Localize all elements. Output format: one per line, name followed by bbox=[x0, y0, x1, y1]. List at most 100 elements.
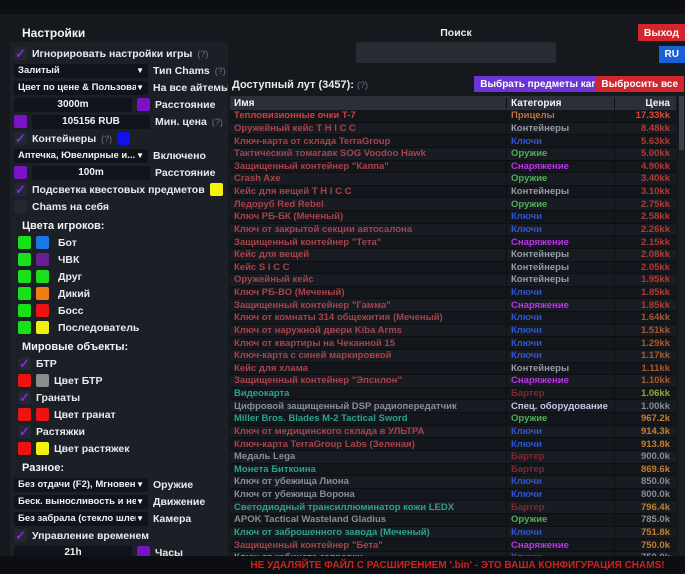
player-color-secondary-swatch[interactable] bbox=[36, 270, 49, 283]
player-color-secondary-swatch[interactable] bbox=[36, 236, 49, 249]
item-price: 850.0k bbox=[614, 476, 676, 487]
weapon-dropdown[interactable]: Без отдачи (F2), Мгновенное п ▼ bbox=[14, 478, 148, 492]
distance-color-swatch[interactable] bbox=[137, 98, 150, 111]
grenade-color-b-swatch[interactable] bbox=[36, 408, 49, 421]
containers-checkbox[interactable]: ✓ bbox=[14, 132, 27, 145]
table-row[interactable]: APOK Tactical Wasteland Gladius Оружие 7… bbox=[230, 514, 676, 527]
table-row[interactable]: Кейс S I C C Контейнеры 2.05kk bbox=[230, 262, 676, 275]
table-row[interactable]: Защищенный контейнер "Каппа" Снаряжение … bbox=[230, 161, 676, 174]
distance2-color-swatch[interactable] bbox=[14, 166, 27, 179]
table-row[interactable]: Тактический томагавк SOG Voodoo Hawk Ору… bbox=[230, 148, 676, 161]
table-row[interactable]: Crash Axe Оружие 3.40kk bbox=[230, 173, 676, 186]
player-color-secondary-swatch[interactable] bbox=[36, 287, 49, 300]
table-row[interactable]: Ключ РБ-ВО (Меченый) Ключи 1.85kk bbox=[230, 287, 676, 300]
item-category: Контейнеры bbox=[506, 274, 614, 285]
item-price: 3.40kk bbox=[614, 173, 676, 184]
all-items-dropdown[interactable]: Цвет по цене & Пользователь ▼ bbox=[14, 81, 148, 95]
table-row[interactable]: Ключ-карта с синей маркировкой Ключи 1.1… bbox=[230, 350, 676, 363]
item-price: 17.33kk bbox=[614, 110, 676, 121]
movement-label: Движение bbox=[153, 496, 205, 508]
player-color-secondary-swatch[interactable] bbox=[36, 304, 49, 317]
btr-color-a-swatch[interactable] bbox=[18, 374, 31, 387]
table-row[interactable]: Miller Bros. Blades M-2 Tactical Sword О… bbox=[230, 413, 676, 426]
table-row[interactable]: Ключ от комнаты 314 общежития (Меченый) … bbox=[230, 312, 676, 325]
table-row[interactable]: Цифровой защищенный DSP радиопередатчик … bbox=[230, 400, 676, 413]
column-header-category[interactable]: Категория bbox=[506, 98, 614, 109]
player-color-secondary-swatch[interactable] bbox=[36, 321, 49, 334]
chams-type-dropdown[interactable]: Залитый ▼ bbox=[14, 64, 148, 78]
movement-dropdown[interactable]: Беск. выносливость и нет уста ▼ bbox=[14, 495, 148, 509]
drop-all-button[interactable]: Выбросить все bbox=[595, 76, 684, 92]
distance-input[interactable]: 3000m bbox=[14, 98, 132, 112]
player-color-primary-swatch[interactable] bbox=[18, 236, 31, 249]
player-color-primary-swatch[interactable] bbox=[18, 321, 31, 334]
table-scrollbar[interactable] bbox=[679, 96, 684, 556]
table-row[interactable]: Видеокарта Бартер 1.06kk bbox=[230, 388, 676, 401]
btr-checkbox[interactable]: ✓ bbox=[18, 357, 31, 370]
table-row[interactable]: Защищенный контейнер "Бета" Снаряжение 7… bbox=[230, 539, 676, 552]
table-row[interactable]: Защищенный контейнер "Гамма" Снаряжение … bbox=[230, 299, 676, 312]
quest-highlight-checkbox[interactable]: ✓ bbox=[14, 183, 27, 196]
containers-color-swatch[interactable] bbox=[117, 132, 130, 145]
min-price-input[interactable]: 105156 RUB bbox=[32, 115, 150, 129]
item-category: Оружие bbox=[506, 173, 614, 184]
player-color-primary-swatch[interactable] bbox=[18, 270, 31, 283]
table-row[interactable]: Кейс для хлама Контейнеры 1.11kk bbox=[230, 363, 676, 376]
scrollbar-thumb[interactable] bbox=[679, 96, 684, 150]
table-row[interactable]: Ключ от убежища Ворона Ключи 800.0k bbox=[230, 489, 676, 502]
ignore-game-settings-checkbox[interactable]: ✓ bbox=[14, 47, 27, 60]
grenades-checkbox[interactable]: ✓ bbox=[18, 391, 31, 404]
table-row[interactable]: Тепловизионные очки T-7 Прицелы 17.33kk bbox=[230, 110, 676, 123]
exit-button[interactable]: Выход bbox=[638, 24, 685, 41]
table-row[interactable]: Оружейный кейс T H I C C Контейнеры 8.48… bbox=[230, 123, 676, 136]
table-row[interactable]: Ключ от наружной двери Kiba Arms Ключи 1… bbox=[230, 325, 676, 338]
table-row[interactable]: Кейс для вещей Контейнеры 2.08kk bbox=[230, 249, 676, 262]
table-row[interactable]: Оружейный кейс Контейнеры 1.95kk bbox=[230, 274, 676, 287]
select-kappa-items-button[interactable]: Выбрать предметы каппа bbox=[474, 76, 615, 92]
table-row[interactable]: Ключ РБ-БК (Меченый) Ключи 2.58kk bbox=[230, 211, 676, 224]
player-color-primary-swatch[interactable] bbox=[18, 253, 31, 266]
tripwire-color-a-swatch[interactable] bbox=[18, 442, 31, 455]
table-row[interactable]: Защищенный контейнер "Тета" Снаряжение 2… bbox=[230, 236, 676, 249]
table-row[interactable]: Защищенный контейнер "Эпсилон" Снаряжени… bbox=[230, 375, 676, 388]
table-row[interactable]: Ключ-карта TerraGroup Labs (Зеленая) Клю… bbox=[230, 438, 676, 451]
medcase-dropdown[interactable]: Аптечка, Ювелирные и... ▼ bbox=[14, 149, 148, 163]
grenade-color-a-swatch[interactable] bbox=[18, 408, 31, 421]
player-color-primary-swatch[interactable] bbox=[18, 287, 31, 300]
item-name: Ключ-карта с синей маркировкой bbox=[230, 350, 506, 361]
btr-color-b-swatch[interactable] bbox=[36, 374, 49, 387]
table-row[interactable]: Ключ от медицинского склада в УЛЬТРА Клю… bbox=[230, 426, 676, 439]
player-color-secondary-swatch[interactable] bbox=[36, 253, 49, 266]
player-color-primary-swatch[interactable] bbox=[18, 304, 31, 317]
column-header-price[interactable]: Цена bbox=[614, 98, 676, 109]
help-icon[interactable]: (?) bbox=[215, 66, 226, 76]
help-icon[interactable]: (?) bbox=[197, 49, 208, 59]
self-chams-checkbox[interactable] bbox=[14, 200, 27, 213]
table-row[interactable]: Ледоруб Red Rebel Оружие 2.75kk bbox=[230, 198, 676, 211]
table-row[interactable]: Ключ от закрытой секции автосалона Ключи… bbox=[230, 224, 676, 237]
help-icon[interactable]: (?) bbox=[212, 117, 223, 127]
search-input[interactable] bbox=[356, 42, 556, 63]
table-row[interactable]: Ключ от квартиры на Чеканной 15 Ключи 1.… bbox=[230, 337, 676, 350]
table-row[interactable]: Ключ от заброшенного завода (Меченый) Кл… bbox=[230, 527, 676, 540]
tripwires-checkbox[interactable]: ✓ bbox=[18, 425, 31, 438]
time-control-checkbox[interactable]: ✓ bbox=[14, 529, 27, 542]
table-row[interactable]: Ключ-карта от склада TerraGroup Ключи 5.… bbox=[230, 135, 676, 148]
language-button[interactable]: RU bbox=[659, 46, 685, 63]
help-icon[interactable]: (?) bbox=[357, 80, 368, 90]
table-row[interactable]: Светодиодный трансиллюминатор кожи LEDX … bbox=[230, 501, 676, 514]
tripwire-color-b-swatch[interactable] bbox=[36, 442, 49, 455]
table-row[interactable]: Медаль Lega Бартер 900.0k bbox=[230, 451, 676, 464]
help-icon[interactable]: (?) bbox=[101, 134, 112, 144]
check-icon: ✓ bbox=[15, 47, 26, 60]
table-row[interactable]: Кейс для вещей T H I C C Контейнеры 3.10… bbox=[230, 186, 676, 199]
table-row[interactable]: Монета Биткоина Бартер 869.6k bbox=[230, 464, 676, 477]
table-row[interactable]: Ключ от убежища Лиона Ключи 850.0k bbox=[230, 476, 676, 489]
player-color-label: ЧВК bbox=[58, 254, 79, 266]
quest-color-swatch[interactable] bbox=[210, 183, 223, 196]
camera-dropdown[interactable]: Без забрала (стекло шлема) ▼ bbox=[14, 512, 148, 526]
min-price-color-swatch[interactable] bbox=[14, 115, 27, 128]
item-category: Ключи bbox=[506, 350, 614, 361]
column-header-name[interactable]: Имя bbox=[230, 98, 506, 109]
distance2-input[interactable]: 100m bbox=[32, 166, 150, 180]
